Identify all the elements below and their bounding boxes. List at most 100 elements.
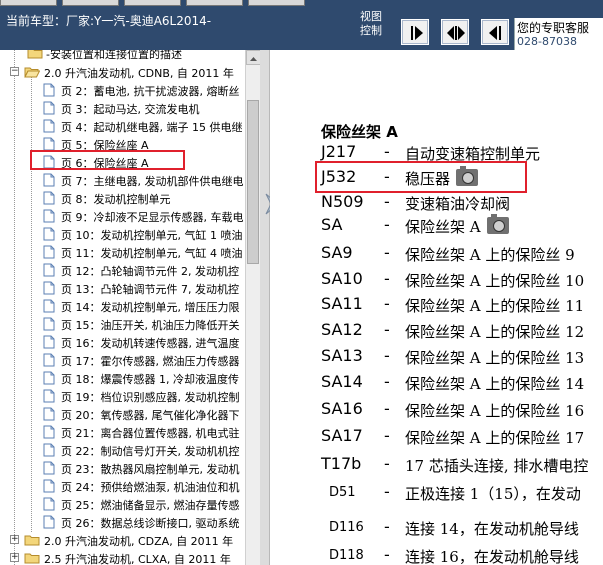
- camera-icon[interactable]: [486, 214, 509, 234]
- component-description: 保险丝架 A: [405, 214, 509, 237]
- page-icon: [43, 371, 55, 385]
- component-code: SA9: [321, 243, 353, 262]
- tree-page-item[interactable]: 页 2：蓄电池, 抗干扰滤波器, 熔断丝: [0, 81, 245, 99]
- separator-dash: -: [384, 294, 390, 313]
- tree-page-item[interactable]: 页 19：档位识别感应器, 发动机控制: [0, 387, 245, 405]
- tree-page-item[interactable]: 页 14：发动机控制单元, 增压压力限: [0, 297, 245, 315]
- tree-page-item[interactable]: 页 15：油压开关, 机油压力降低开关: [0, 315, 245, 333]
- document-tree: -安装位置和连接位置的描述 − 2.0 升汽油发动机, CDNB, 自 2011…: [0, 50, 245, 565]
- top-toolbar: 当前车型：厂家:Y一汽-奥迪A6L2014- 视图控制 您的专职客服 028-8…: [0, 0, 603, 50]
- page-icon: [43, 335, 55, 349]
- page-icon: [43, 515, 55, 529]
- separator-dash: -: [384, 142, 390, 161]
- tree-page-item[interactable]: 页 17：霍尔传感器, 燃油压力传感器: [0, 351, 245, 369]
- toolbar-strip-button[interactable]: [248, 0, 305, 6]
- component-description: 变速箱油冷却阀: [405, 195, 511, 213]
- nav-back-button[interactable]: [481, 19, 509, 45]
- folder-icon: [27, 50, 43, 59]
- page-icon: [43, 299, 55, 313]
- service-label: 您的专职客服: [517, 21, 590, 35]
- legend-row: D116 - 连接 14，在发动机舱导线: [270, 517, 603, 541]
- tree-page-label: 页 17：霍尔传感器, 燃油压力传感器: [61, 355, 240, 368]
- tree-page-item[interactable]: 页 8：发动机控制单元: [0, 189, 245, 207]
- toolbar-strip-button[interactable]: [62, 0, 119, 6]
- page-icon: [43, 83, 55, 97]
- arrow-right-icon: [411, 26, 423, 40]
- tree-page-item[interactable]: 页 23：散热器风扇控制单元, 发动机: [0, 459, 245, 477]
- expand-icon[interactable]: +: [10, 553, 19, 562]
- page-icon: [43, 407, 55, 421]
- scroll-thumb[interactable]: [247, 100, 259, 264]
- tree-page-label: 页 15：油压开关, 机油压力降低开关: [61, 319, 240, 332]
- tree-item-install-position[interactable]: -安装位置和连接位置的描述: [0, 50, 245, 62]
- tree-page-item[interactable]: 页 9：冷却液不足显示传感器, 车载电: [0, 207, 245, 225]
- tree-page-item[interactable]: 页 16：发动机转速传感器, 进气温度: [0, 333, 245, 351]
- tree-group-clxa[interactable]: + 2.5 升汽油发动机, CLXA, 自 2011 年: [0, 549, 245, 565]
- component-description: 保险丝架 A 上的保险丝 11: [405, 297, 585, 315]
- tree-group-cdza[interactable]: + 2.0 升汽油发动机, CDZA, 自 2011 年: [0, 531, 245, 549]
- tree-page-item[interactable]: 页 4：起动机继电器, 端子 15 供电继: [0, 117, 245, 135]
- legend-row: SA13 - 保险丝架 A 上的保险丝 13: [270, 346, 603, 370]
- component-code: T17b: [321, 454, 362, 473]
- separator-dash: -: [384, 215, 390, 234]
- scroll-up-button[interactable]: [246, 50, 261, 65]
- page-icon: [43, 425, 55, 439]
- tree-page-item[interactable]: 页 12：凸轮轴调节元件 2, 发动机控: [0, 261, 245, 279]
- tree-group-cdnb[interactable]: − 2.0 升汽油发动机, CDNB, 自 2011 年: [0, 63, 245, 81]
- separator-dash: -: [384, 192, 390, 211]
- tree-page-label: 页 25：燃油储备显示, 燃油存量传感: [61, 499, 240, 512]
- tree-page-item[interactable]: 页 3：起动马达, 交流发电机: [0, 99, 245, 117]
- separator-dash: -: [384, 426, 390, 445]
- tree-page-item[interactable]: 页 21：离合器位置传感器, 机电式驻: [0, 423, 245, 441]
- tree-page-item[interactable]: 页 7：主继电器, 发动机部件供电继电: [0, 171, 245, 189]
- nav-bidirectional-button[interactable]: [441, 19, 469, 45]
- tree-page-label: 页 9：冷却液不足显示传感器, 车载电: [61, 211, 244, 224]
- tree-page-item[interactable]: 页 10：发动机控制单元, 气缸 1 喷油: [0, 225, 245, 243]
- tree-scrollbar[interactable]: [245, 50, 261, 565]
- legend-row: SA16 - 保险丝架 A 上的保险丝 16: [270, 399, 603, 423]
- tree-page-item[interactable]: 页 20：氧传感器, 尾气催化净化器下: [0, 405, 245, 423]
- legend-row: SA9 - 保险丝架 A 上的保险丝 9: [270, 243, 603, 267]
- legend-row: D51 - 正极连接 1（15），在发动: [270, 482, 603, 506]
- collapse-icon[interactable]: −: [10, 67, 19, 76]
- customer-service-box: 您的专职客服 028-87038: [514, 18, 603, 50]
- page-icon: [43, 209, 55, 223]
- expand-icon[interactable]: +: [10, 535, 19, 544]
- tree-page-item[interactable]: 页 26：数据总线诊断接口, 驱动系统: [0, 513, 245, 531]
- separator-dash: -: [384, 399, 390, 418]
- tree-page-label: 页 7：主继电器, 发动机部件供电继电: [61, 175, 244, 188]
- tree-page-label: 页 22：制动信号灯开关, 发动机机控: [61, 445, 240, 458]
- tree-page-label: 页 24：预供给燃油泵, 机油油位和机: [61, 481, 240, 494]
- tree-page-label: 页 14：发动机控制单元, 增压压力限: [61, 301, 240, 314]
- page-icon: [43, 263, 55, 277]
- document-view: 保险丝架 A J217- 自动变速箱控制单元 J532- 稳压器 N509- 变速箱油冷却…: [270, 50, 603, 565]
- folder-icon: [24, 553, 40, 564]
- legend-row: SA10 - 保险丝架 A 上的保险丝 10: [270, 269, 603, 293]
- tree-page-label: 页 3：起动马达, 交流发电机: [61, 103, 200, 116]
- tree-page-item[interactable]: 页 25：燃油储备显示, 燃油存量传感: [0, 495, 245, 513]
- page-icon: [43, 479, 55, 493]
- tree-page-item[interactable]: 页 11：发动机控制单元, 气缸 4 喷油: [0, 243, 245, 261]
- tree-page-item[interactable]: 页 24：预供给燃油泵, 机油油位和机: [0, 477, 245, 495]
- tree-page-label: 页 4：起动机继电器, 端子 15 供电继: [61, 121, 243, 134]
- panel-splitter[interactable]: [260, 50, 270, 565]
- separator-dash: -: [384, 320, 390, 339]
- component-code: SA: [321, 215, 343, 234]
- component-code: SA11: [321, 294, 363, 313]
- tree-page-item[interactable]: 页 13：凸轮轴调节元件 7, 发动机控: [0, 279, 245, 297]
- tree-page-label: 页 10：发动机控制单元, 气缸 1 喷油: [61, 229, 243, 242]
- component-description: 保险丝架 A 上的保险丝 14: [405, 375, 585, 393]
- component-code: D116: [329, 520, 364, 535]
- toolbar-strip-button[interactable]: [0, 0, 57, 6]
- component-description: 保险丝架 A 上的保险丝 10: [405, 272, 585, 290]
- tree-page-item[interactable]: 页 22：制动信号灯开关, 发动机机控: [0, 441, 245, 459]
- tree-page-item[interactable]: 页 18：爆震传感器 1, 冷却液温度传: [0, 369, 245, 387]
- page-icon: [43, 317, 55, 331]
- nav-forward-button[interactable]: [401, 19, 429, 45]
- selection-highlight-box: [315, 161, 527, 193]
- toolbar-strip-button[interactable]: [186, 0, 243, 6]
- toolbar-strip-button[interactable]: [124, 0, 181, 6]
- view-control-label: 视图控制: [360, 10, 382, 37]
- separator-dash: -: [384, 454, 390, 473]
- component-code: SA13: [321, 346, 363, 365]
